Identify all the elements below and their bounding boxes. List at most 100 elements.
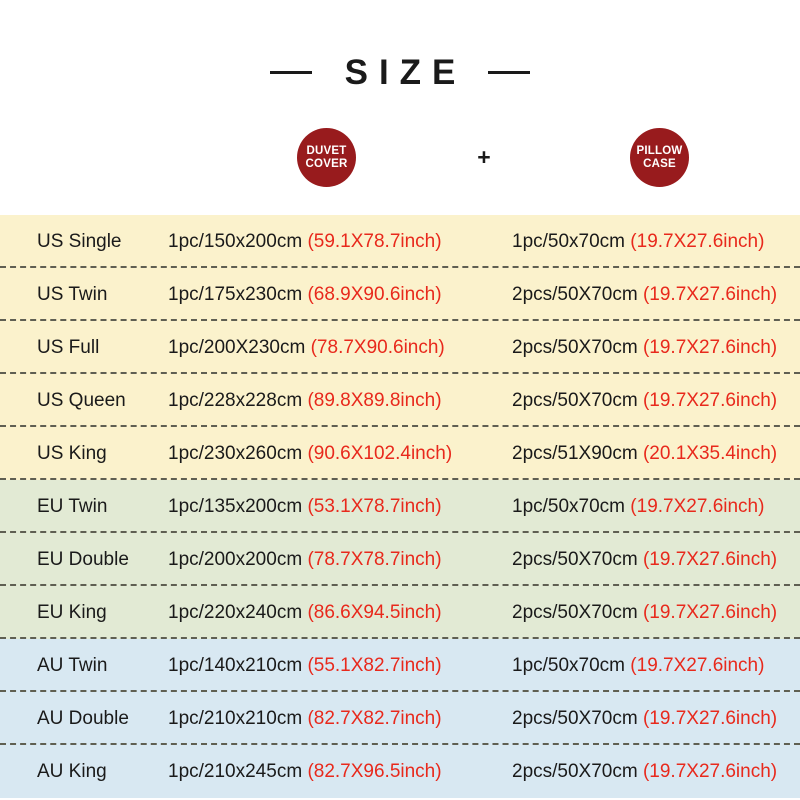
title-dash-right (488, 71, 531, 74)
row-size-label: EU Double (37, 548, 129, 570)
pillow-inch-value: (20.1X35.4inch) (642, 442, 778, 464)
duvet-cover-badge: DUVET COVER (297, 128, 356, 187)
table-row: US Full 1pc/200X230cm (78.7X90.6inch) 2pcs/… (0, 321, 800, 374)
page-title-text: SIZE (344, 53, 467, 92)
duvet-cover-measurement: 1pc/230x260cm (90.6X102.4inch) (168, 443, 452, 465)
duvet-cm-value: 1pc/150x200cm (168, 230, 303, 252)
duvet-cover-measurement: 1pc/200x200cm (78.7X78.7inch) (168, 549, 442, 571)
duvet-inch-value: (82.7X82.7inch) (307, 707, 442, 729)
duvet-cm-value: 1pc/220x240cm (168, 601, 303, 623)
duvet-cover-measurement: 1pc/135x200cm (53.1X78.7inch) (168, 496, 442, 518)
duvet-cm-value: 1pc/228x228cm (168, 389, 303, 411)
duvet-cover-measurement: 1pc/220x240cm (86.6X94.5inch) (168, 602, 442, 624)
table-row: EU King 1pc/220x240cm (86.6X94.5inch) 2pcs/… (0, 586, 800, 639)
pillow-case-badge: PILLOW CASE (630, 128, 689, 187)
row-size-label: US Twin (37, 283, 108, 305)
duvet-inch-value: (68.9X90.6inch) (307, 283, 442, 305)
duvet-cm-value: 1pc/200x200cm (168, 548, 303, 570)
duvet-cover-measurement: 1pc/175x230cm (68.9X90.6inch) (168, 284, 442, 306)
table-row: EU Double 1pc/200x200cm (78.7X78.7inch) 2pc… (0, 533, 800, 586)
table-row: US Single 1pc/150x200cm (59.1X78.7inch) 1pc… (0, 215, 800, 268)
duvet-cover-badge-line2: COVER (305, 157, 348, 170)
duvet-inch-value: (55.1X82.7inch) (307, 654, 442, 676)
pillow-inch-value: (19.7X27.6inch) (642, 601, 778, 623)
duvet-inch-value: (59.1X78.7inch) (307, 230, 442, 252)
row-size-label: EU King (37, 601, 107, 623)
table-row: AU Twin 1pc/140x210cm (55.1X82.7inch) 1pc/5… (0, 639, 800, 692)
row-size-label: AU Twin (37, 654, 108, 676)
pillow-inch-value: (19.7X27.6inch) (642, 707, 778, 729)
duvet-cm-value: 1pc/175x230cm (168, 283, 303, 305)
pillow-inch-value: (19.7X27.6inch) (642, 548, 778, 570)
duvet-cm-value: 1pc/135x200cm (168, 495, 303, 517)
duvet-inch-value: (78.7X78.7inch) (307, 548, 442, 570)
pillow-cm-value: 2pcs/50X70cm (512, 336, 638, 358)
pillow-cm-value: 2pcs/50X70cm (512, 707, 638, 729)
pillow-case-measurement: 2pcs/50X70cm (19.7X27.6inch) (512, 284, 777, 306)
pillow-inch-value: (19.7X27.6inch) (642, 389, 778, 411)
duvet-cm-value: 1pc/210x210cm (168, 707, 303, 729)
pillow-case-measurement: 2pcs/50X70cm (19.7X27.6inch) (512, 761, 777, 783)
row-size-label: AU King (37, 760, 107, 782)
pillow-case-measurement: 2pcs/50X70cm (19.7X27.6inch) (512, 602, 777, 624)
pillow-inch-value: (19.7X27.6inch) (642, 283, 778, 305)
table-row: US Twin 1pc/175x230cm (68.9X90.6inch) 2pcs/… (0, 268, 800, 321)
table-row: US King 1pc/230x260cm (90.6X102.4inch) 2pcs… (0, 427, 800, 480)
plus-icon: + (477, 144, 491, 170)
pillow-case-measurement: 2pcs/51X90cm (20.1X35.4inch) (512, 443, 777, 465)
row-size-label: US Queen (37, 389, 126, 411)
pillow-cm-value: 1pc/50x70cm (512, 654, 626, 676)
row-size-label: US Single (37, 230, 122, 252)
pillow-cm-value: 2pcs/51X90cm (512, 442, 638, 464)
row-size-label: US Full (37, 336, 100, 358)
pillow-inch-value: (19.7X27.6inch) (642, 760, 778, 782)
size-chart-page: SIZE DUVET COVER + PILLOW CASE US Single… (0, 0, 800, 800)
pillow-cm-value: 2pcs/50X70cm (512, 548, 638, 570)
page-title: SIZE (0, 0, 800, 90)
pillow-cm-value: 2pcs/50X70cm (512, 389, 638, 411)
row-size-label: US King (37, 442, 107, 464)
title-dash-left (269, 71, 312, 74)
pillow-cm-value: 2pcs/50X70cm (512, 601, 638, 623)
table-row: EU Twin 1pc/135x200cm (53.1X78.7inch) 1pc/5… (0, 480, 800, 533)
duvet-cm-value: 1pc/210x245cm (168, 760, 303, 782)
pillow-case-measurement: 2pcs/50X70cm (19.7X27.6inch) (512, 708, 777, 730)
pillow-inch-value: (19.7X27.6inch) (630, 654, 765, 676)
pillow-cm-value: 2pcs/50X70cm (512, 283, 638, 305)
pillow-case-measurement: 2pcs/50X70cm (19.7X27.6inch) (512, 549, 777, 571)
duvet-cm-value: 1pc/200X230cm (168, 336, 306, 358)
pillow-inch-value: (19.7X27.6inch) (642, 336, 778, 358)
table-row: AU Double 1pc/210x210cm (82.7X82.7inch) 2pc… (0, 692, 800, 745)
pillow-inch-value: (19.7X27.6inch) (630, 230, 765, 252)
pillow-case-measurement: 1pc/50x70cm (19.7X27.6inch) (512, 496, 764, 518)
duvet-cover-measurement: 1pc/228x228cm (89.8X89.8inch) (168, 390, 442, 412)
duvet-inch-value: (86.6X94.5inch) (307, 601, 442, 623)
duvet-cover-badge-line1: DUVET (306, 144, 347, 157)
duvet-cm-value: 1pc/140x210cm (168, 654, 303, 676)
row-size-label: EU Twin (37, 495, 108, 517)
duvet-cover-measurement: 1pc/200X230cm (78.7X90.6inch) (168, 337, 445, 359)
duvet-cm-value: 1pc/230x260cm (168, 442, 303, 464)
chart-header: SIZE DUVET COVER + PILLOW CASE (0, 0, 800, 215)
pillow-cm-value: 1pc/50x70cm (512, 230, 626, 252)
duvet-inch-value: (90.6X102.4inch) (307, 442, 453, 464)
duvet-inch-value: (53.1X78.7inch) (307, 495, 442, 517)
duvet-cover-measurement: 1pc/210x245cm (82.7X96.5inch) (168, 761, 442, 783)
duvet-inch-value: (82.7X96.5inch) (307, 760, 442, 782)
pillow-cm-value: 1pc/50x70cm (512, 495, 626, 517)
duvet-inch-value: (89.8X89.8inch) (307, 389, 442, 411)
pillow-case-measurement: 2pcs/50X70cm (19.7X27.6inch) (512, 337, 777, 359)
table-row: AU King 1pc/210x245cm (82.7X96.5inch) 2pcs/… (0, 745, 800, 798)
pillow-case-badge-line1: PILLOW (636, 144, 683, 157)
duvet-inch-value: (78.7X90.6inch) (310, 336, 445, 358)
duvet-cover-measurement: 1pc/150x200cm (59.1X78.7inch) (168, 231, 442, 253)
row-size-label: AU Double (37, 707, 129, 729)
pillow-case-measurement: 1pc/50x70cm (19.7X27.6inch) (512, 655, 764, 677)
pillow-case-badge-line2: CASE (643, 157, 676, 170)
pillow-case-measurement: 2pcs/50X70cm (19.7X27.6inch) (512, 390, 777, 412)
duvet-cover-measurement: 1pc/210x210cm (82.7X82.7inch) (168, 708, 442, 730)
pillow-cm-value: 2pcs/50X70cm (512, 760, 638, 782)
pillow-inch-value: (19.7X27.6inch) (630, 495, 765, 517)
duvet-cover-measurement: 1pc/140x210cm (55.1X82.7inch) (168, 655, 442, 677)
product-badges: DUVET COVER + PILLOW CASE (0, 122, 800, 194)
